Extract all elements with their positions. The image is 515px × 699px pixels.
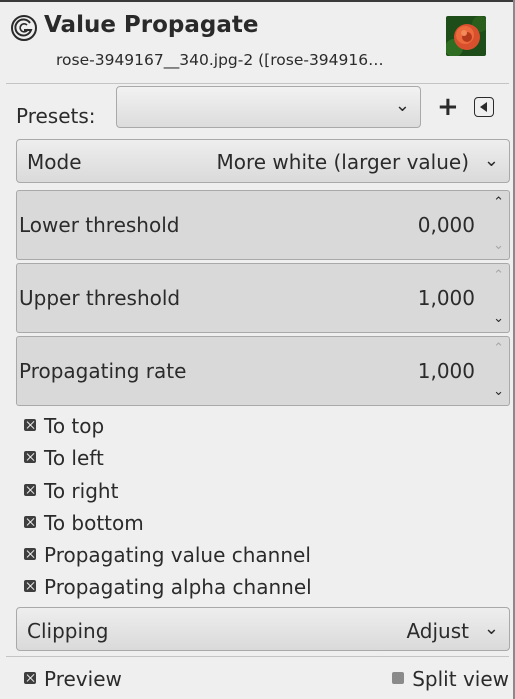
gimp-gegl-icon <box>11 15 37 41</box>
to-top-label: To top <box>44 414 105 438</box>
checkbox-checked-icon <box>24 419 36 431</box>
propagating-rate-spinscale[interactable]: Propagating rate 1,000 ⌃ ⌄ <box>16 336 510 406</box>
checkbox-checked-icon <box>24 484 36 496</box>
presets-menu-button[interactable] <box>474 97 494 117</box>
checkbox-checked-icon <box>24 451 36 463</box>
lower-threshold-spinscale[interactable]: Lower threshold 0,000 ⌃ ⌄ <box>16 190 510 260</box>
mode-value: More white (larger value) <box>216 150 469 174</box>
rose-image-thumbnail <box>446 16 486 56</box>
propagating-value-channel-checkbox[interactable]: Propagating value channel <box>24 543 311 567</box>
propagating-rate-label: Propagating rate <box>19 359 187 383</box>
to-right-label: To right <box>44 479 119 503</box>
to-top-checkbox[interactable]: To top <box>24 414 104 438</box>
preview-label: Preview <box>44 667 122 691</box>
lower-threshold-label: Lower threshold <box>19 213 180 237</box>
chevron-down-icon: ⌄ <box>394 95 410 116</box>
checkbox-checked-icon <box>24 548 36 560</box>
clipping-combo[interactable]: Clipping Adjust ⌄ <box>16 607 510 651</box>
preview-checkbox[interactable]: Preview <box>24 667 122 691</box>
header-separator <box>6 83 509 84</box>
image-subtitle: rose-3949167__340.jpg-2 ([rose-394916… <box>56 51 384 69</box>
to-left-checkbox[interactable]: To left <box>24 446 104 470</box>
checkbox-checked-icon <box>24 672 36 684</box>
checkbox-checked-icon <box>24 580 36 592</box>
increment-icon[interactable]: ⌃ <box>493 268 504 283</box>
clipping-value: Adjust <box>406 619 469 643</box>
chevron-down-icon: ⌄ <box>483 150 499 171</box>
split-view-label: Split view <box>412 667 509 691</box>
to-left-label: To left <box>44 446 104 470</box>
increment-icon[interactable]: ⌃ <box>493 341 504 356</box>
presets-label: Presets: <box>16 104 96 128</box>
mode-label: Mode <box>27 150 82 174</box>
propagating-alpha-channel-checkbox[interactable]: Propagating alpha channel <box>24 575 312 599</box>
window-top-border <box>0 0 515 2</box>
upper-threshold-label: Upper threshold <box>19 286 181 310</box>
to-right-checkbox[interactable]: To right <box>24 479 118 503</box>
checkbox-unchecked-icon <box>392 672 405 684</box>
propagating-rate-value: 1,000 <box>417 359 475 383</box>
to-bottom-checkbox[interactable]: To bottom <box>24 511 144 535</box>
decrement-icon[interactable]: ⌄ <box>493 384 504 399</box>
dialog-title: Value Propagate <box>44 12 259 38</box>
mode-combo[interactable]: Mode More white (larger value) ⌄ <box>16 139 510 183</box>
propagating-value-channel-label: Propagating value channel <box>44 543 311 567</box>
dialog-header: Value Propagate rose-3949167__340.jpg-2 … <box>10 10 505 76</box>
upper-threshold-value: 1,000 <box>417 286 475 310</box>
footer-separator <box>6 656 509 657</box>
propagating-alpha-channel-label: Propagating alpha channel <box>44 575 312 599</box>
decrement-icon[interactable]: ⌄ <box>493 238 504 253</box>
add-preset-button[interactable]: + <box>437 94 459 120</box>
to-bottom-label: To bottom <box>44 511 144 535</box>
upper-threshold-spinscale[interactable]: Upper threshold 1,000 ⌃ ⌄ <box>16 263 510 333</box>
presets-combo[interactable]: ⌄ <box>116 86 421 128</box>
decrement-icon[interactable]: ⌄ <box>493 311 504 326</box>
split-view-checkbox[interactable]: Split view <box>392 667 509 691</box>
checkbox-checked-icon <box>24 516 36 528</box>
increment-icon[interactable]: ⌃ <box>493 195 504 210</box>
lower-threshold-value: 0,000 <box>417 213 475 237</box>
clipping-label: Clipping <box>27 619 109 643</box>
chevron-down-icon: ⌄ <box>483 618 499 639</box>
